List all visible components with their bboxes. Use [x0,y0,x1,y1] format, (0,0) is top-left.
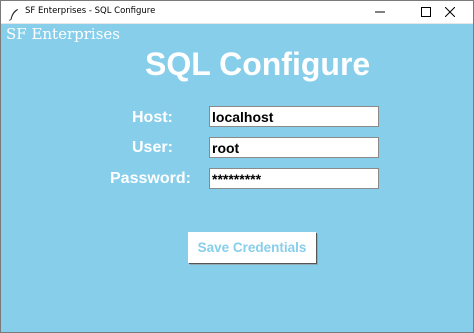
host-input[interactable] [209,106,379,127]
title-bar[interactable]: SF Enterprises - SQL Configure [1,1,473,24]
close-icon[interactable] [427,1,473,23]
password-label: Password: [110,170,191,187]
user-label: User: [132,139,173,156]
app-window: SF Enterprises - SQL Configure SF Enterp… [0,0,474,333]
feather-icon [8,6,20,21]
page-title: SQL Configure [145,46,371,82]
client-area: SF Enterprises SQL Configure Host: User:… [1,24,473,332]
password-input[interactable] [209,168,379,189]
window-title: SF Enterprises - SQL Configure [25,6,156,16]
host-label: Host: [132,109,173,126]
minimize-icon[interactable] [357,1,403,23]
user-input[interactable] [209,137,379,158]
save-credentials-button[interactable]: Save Credentials [188,232,316,263]
brand-name: SF Enterprises [6,25,120,43]
